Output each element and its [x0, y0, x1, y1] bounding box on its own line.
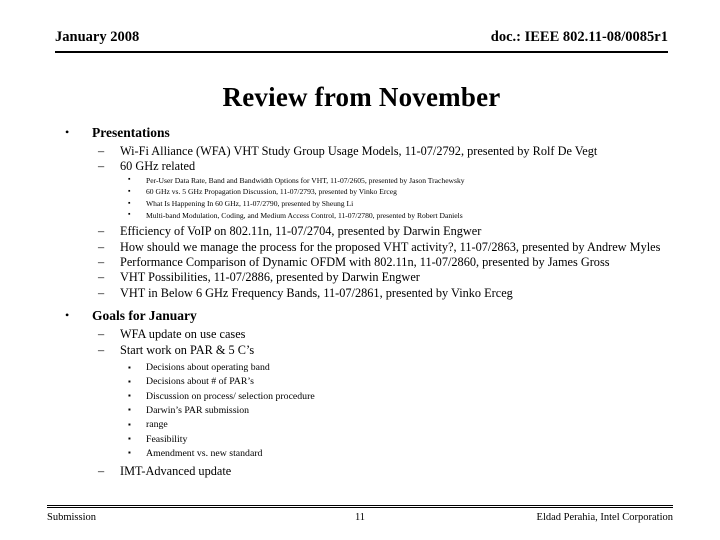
bullet-level2-text: Performance Comparison of Dynamic OFDM w…	[120, 255, 610, 269]
bullet-level2-text: VHT Possibilities, 11-07/2886, presented…	[120, 270, 420, 285]
bullet-square-icon: ▪	[128, 376, 131, 386]
bullet-level3-text: 60 GHz vs. 5 GHz Propagation Discussion,…	[146, 187, 397, 197]
bullet-dash-icon: –	[98, 239, 105, 254]
bullet-level2: – Performance Comparison of Dynamic OFDM…	[58, 255, 678, 270]
bullet-square-icon: ▪	[128, 405, 131, 415]
bullet-level3-text: Darwin’s PAR submission	[146, 404, 250, 416]
bullet-level2-text: Start work on PAR & 5 C’s	[120, 342, 255, 357]
slide-body: • Presentations – Wi-Fi Alliance (WFA) V…	[58, 124, 678, 480]
bullet-level2-text: How should we manage the process for the…	[120, 239, 661, 254]
bullet-level1-presentations: • Presentations	[58, 124, 678, 141]
bullet-dash-icon: –	[98, 327, 105, 342]
slide-footer: Submission 11 Eldad Perahia, Intel Corpo…	[47, 505, 673, 525]
bullet-square-icon: ▪	[128, 391, 131, 401]
bullet-level3: ▪ 60 GHz vs. 5 GHz Propagation Discussio…	[58, 186, 678, 198]
bullet-square-icon: ▪	[128, 419, 131, 429]
bullet-square-icon: ▪	[128, 448, 131, 458]
bullet-level2-text: VHT in Below 6 GHz Frequency Bands, 11-0…	[120, 285, 513, 300]
section-heading-text: Presentations	[92, 125, 170, 140]
bullet-level1-goals: • Goals for January	[58, 307, 678, 324]
footer-author: Eldad Perahia, Intel Corporation	[536, 512, 673, 523]
bullet-level2: – Wi-Fi Alliance (WFA) VHT Study Group U…	[58, 144, 678, 159]
bullet-level3-text: Multi-band Modulation, Coding, and Mediu…	[146, 210, 463, 220]
bullet-level3: ▪ Amendment vs. new standard	[58, 447, 678, 461]
slide-title: Review from November	[222, 82, 501, 112]
bullet-square-icon: ▪	[128, 186, 131, 195]
bullet-dash-icon: –	[98, 255, 105, 269]
bullet-square-icon: ▪	[128, 175, 131, 184]
bullet-square-icon: ▪	[128, 434, 131, 444]
header-doc-number: doc.: IEEE 802.11-08/0085r1	[490, 29, 668, 45]
bullet-level2: – WFA update on use cases	[58, 327, 678, 342]
bullet-dash-icon: –	[98, 464, 105, 479]
bullet-dash-icon: –	[98, 144, 105, 158]
bullet-level3-text: Discussion on process/ selection procedu…	[146, 390, 315, 402]
bullet-level3-text: Feasibility	[146, 433, 188, 445]
bullet-level2: – Efficiency of VoIP on 802.11n, 11-07/2…	[58, 224, 678, 239]
bullet-level3-text: Amendment vs. new standard	[146, 447, 263, 459]
bullet-level2: – 60 GHz related	[58, 159, 678, 174]
slide-header: January 2008 doc.: IEEE 802.11-08/0085r1	[55, 29, 668, 53]
bullet-level3: ▪ Multi-band Modulation, Coding, and Med…	[58, 210, 678, 222]
bullet-dash-icon: –	[98, 285, 105, 300]
bullet-level2: – VHT in Below 6 GHz Frequency Bands, 11…	[58, 286, 678, 301]
bullet-level3: ▪ range	[58, 418, 678, 432]
bullet-level3-text: What Is Happening In 60 GHz, 11-07/2790,…	[146, 199, 354, 208]
bullet-level2: – How should we manage the process for t…	[58, 240, 678, 255]
bullet-dash-icon: –	[98, 342, 105, 357]
bullet-dash-icon: –	[98, 159, 105, 174]
bullet-square-icon: ▪	[128, 198, 131, 207]
bullet-square-icon: ▪	[128, 362, 131, 372]
section-heading-text: Goals for January	[92, 308, 197, 324]
footer-row: Submission 11 Eldad Perahia, Intel Corpo…	[47, 511, 673, 525]
bullet-level2-text: IMT-Advanced update	[120, 464, 232, 479]
bullet-level2-text: WFA update on use cases	[120, 327, 246, 342]
bullet-level3-text: Decisions about # of PAR’s	[146, 376, 254, 388]
bullet-level3: ▪ Decisions about operating band	[58, 361, 678, 375]
bullet-dash-icon: –	[98, 270, 105, 285]
bullet-level3-text: Decisions about operating band	[146, 362, 270, 374]
bullet-level2-text: Wi-Fi Alliance (WFA) VHT Study Group Usa…	[120, 144, 598, 158]
bullet-dot-icon: •	[65, 125, 70, 139]
bullet-level3: ▪ Discussion on process/ selection proce…	[58, 390, 678, 404]
bullet-level3-text: Per-User Data Rate, Band and Bandwidth O…	[146, 175, 465, 185]
bullet-square-icon: ▪	[128, 210, 131, 219]
bullet-level3: ▪ Decisions about # of PAR’s	[58, 375, 678, 389]
bullet-level3: ▪ Per-User Data Rate, Band and Bandwidth…	[58, 175, 678, 187]
header-date: January 2008	[55, 29, 140, 45]
bullet-dot-icon: •	[65, 308, 70, 323]
bullet-level2: – VHT Possibilities, 11-07/2886, present…	[58, 270, 678, 285]
bullet-level2: – Start work on PAR & 5 C’s	[58, 343, 678, 358]
bullet-level3: ▪ Darwin’s PAR submission	[58, 404, 678, 418]
bullet-level3: ▪ What Is Happening In 60 GHz, 11-07/279…	[58, 198, 678, 210]
bullet-level2-text: Efficiency of VoIP on 802.11n, 11-07/270…	[120, 224, 482, 239]
bullet-dash-icon: –	[98, 224, 105, 239]
bullet-level3: ▪ Feasibility	[58, 433, 678, 447]
bullet-level2: – IMT-Advanced update	[58, 464, 678, 479]
bullet-level3-text: range	[146, 419, 168, 431]
bullet-level2-text: 60 GHz related	[120, 159, 196, 174]
